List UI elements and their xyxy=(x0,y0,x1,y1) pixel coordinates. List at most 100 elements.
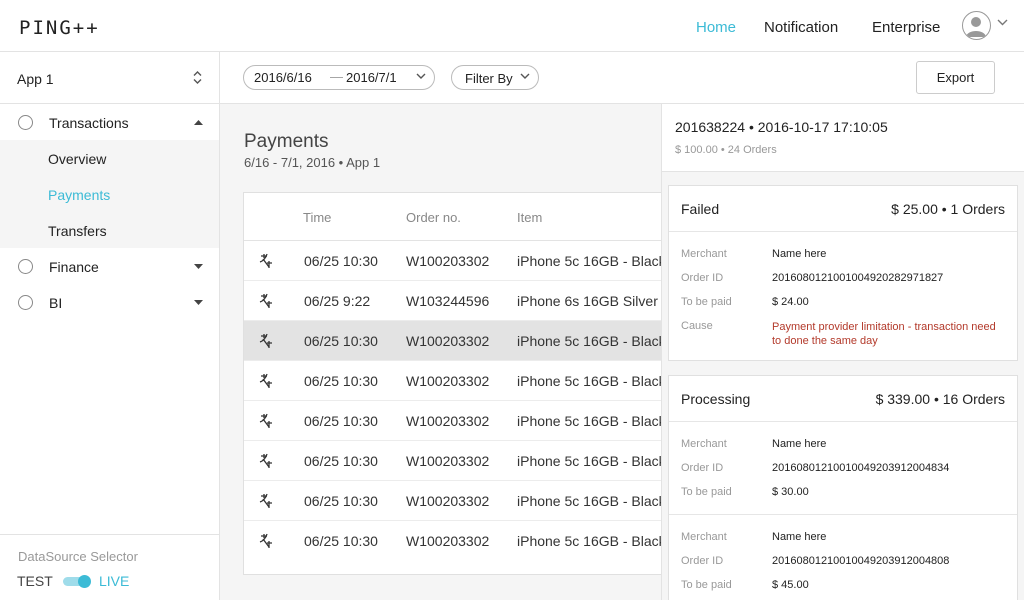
date-range-picker[interactable]: 2016/6/16 — 2016/7/1 xyxy=(243,65,435,90)
cell-item: iPhone 5c 16GB - Black xyxy=(517,373,661,389)
cell-time: 06/25 10:30 xyxy=(304,533,378,549)
chevron-down-icon xyxy=(416,73,426,79)
sidebar-item-transactions[interactable]: Transactions xyxy=(0,104,219,140)
date-to: 2016/7/1 xyxy=(346,70,397,85)
to-be-paid-label: To be paid xyxy=(681,579,732,591)
column-header-item[interactable]: Item xyxy=(517,210,542,225)
datasource-test-label: TEST xyxy=(17,573,53,589)
sidebar-item-payments[interactable]: Payments xyxy=(0,176,219,212)
table-row[interactable]: 06/25 10:30 W100203302 iPhone 5c 16GB - … xyxy=(244,481,661,521)
table-row[interactable]: 06/25 10:30 W100203302 iPhone 5c 16GB - … xyxy=(244,441,661,481)
export-button[interactable]: Export xyxy=(916,61,995,94)
datasource-title: DataSource Selector xyxy=(18,549,138,564)
nav-enterprise[interactable]: Enterprise xyxy=(872,19,940,36)
sidebar-item-label: Transactions xyxy=(49,115,129,131)
to-be-paid-value: $ 45.00 xyxy=(772,579,809,591)
sort-arrows-icon xyxy=(193,71,202,84)
sidebar-item-overview[interactable]: Overview xyxy=(0,140,219,176)
to-be-paid-value: $ 24.00 xyxy=(772,296,809,308)
payment-channel-icon xyxy=(259,253,272,268)
cell-item: iPhone 5c 16GB - Black xyxy=(517,453,661,469)
processing-card-header[interactable]: Processing $ 339.00 • 16 Orders xyxy=(669,376,1017,422)
payment-channel-icon xyxy=(259,413,272,428)
entry-divider xyxy=(669,514,1017,515)
cell-item: iPhone 5c 16GB - Black xyxy=(517,333,661,349)
cell-item: iPhone 5c 16GB - Black xyxy=(517,533,661,549)
chevron-down-icon[interactable] xyxy=(997,19,1008,26)
merchant-value: Name here xyxy=(772,438,827,450)
order-id-label: Order ID xyxy=(681,555,724,567)
date-separator: — xyxy=(330,69,343,84)
caret-up-icon xyxy=(194,120,203,125)
order-id-label: Order ID xyxy=(681,272,724,284)
processing-card: Processing $ 339.00 • 16 Orders Merchant… xyxy=(668,375,1018,600)
status-amount: $ 25.00 • 1 Orders xyxy=(891,201,1005,217)
filter-by-label: Filter By xyxy=(465,71,513,86)
cell-order: W100203302 xyxy=(406,493,490,509)
sidebar-item-bi[interactable]: BI xyxy=(0,284,219,320)
payment-channel-icon xyxy=(259,493,272,508)
datasource-live-label: LIVE xyxy=(99,573,130,589)
cell-order: W100203302 xyxy=(406,453,490,469)
cell-order: W100203302 xyxy=(406,373,490,389)
user-icon xyxy=(966,17,986,37)
chevron-down-icon xyxy=(520,73,530,79)
payment-channel-icon xyxy=(259,533,272,548)
app-selector[interactable]: App 1 xyxy=(0,52,219,104)
order-id-value: 2016080121001004920391200483‌4 xyxy=(772,462,950,474)
avatar[interactable] xyxy=(962,11,991,40)
sidebar: App 1 Transactions Overview Payments Tra… xyxy=(0,52,220,600)
datasource-toggle[interactable] xyxy=(63,575,92,588)
date-from: 2016/6/16 xyxy=(254,70,312,85)
sidebar-item-finance[interactable]: Finance xyxy=(0,248,219,284)
table-row[interactable]: 06/25 10:30 W100203302 iPhone 5c 16GB - … xyxy=(244,521,661,561)
cell-time: 06/25 10:30 xyxy=(304,333,378,349)
caret-down-icon xyxy=(194,264,203,269)
main-content: Payments 6/16 - 7/1, 2016 • App 1 Time O… xyxy=(220,104,661,600)
merchant-label: Merchant xyxy=(681,531,727,543)
payment-channel-icon xyxy=(259,373,272,388)
failed-card-header[interactable]: Failed $ 25.00 • 1 Orders xyxy=(669,186,1017,232)
order-id-label: Order ID xyxy=(681,462,724,474)
cell-time: 06/25 10:30 xyxy=(304,493,378,509)
cell-time: 06/25 9:22 xyxy=(304,293,371,309)
cell-time: 06/25 10:30 xyxy=(304,253,378,269)
cell-item: iPhone 5c 16GB - Black xyxy=(517,413,661,429)
failed-card: Failed $ 25.00 • 1 Orders Merchant Name … xyxy=(668,185,1018,361)
app-selector-label: App 1 xyxy=(17,71,54,87)
nav-home[interactable]: Home xyxy=(696,19,736,36)
column-header-order[interactable]: Order no. xyxy=(406,210,461,225)
detail-summary: $ 100.00 • 24 Orders xyxy=(675,144,777,156)
detail-header: 201638224 • 2016-10-17 17:10:05 $ 100.00… xyxy=(662,104,1024,172)
ping-logo[interactable]: PING++ xyxy=(19,17,100,39)
cell-time: 06/25 10:30 xyxy=(304,453,378,469)
payments-table: Time Order no. Item 06/25 10:30 W1002033… xyxy=(243,192,661,575)
top-bar: PING++ Home Notification Enterprise xyxy=(0,0,1024,52)
column-header-time[interactable]: Time xyxy=(303,210,331,225)
cause-label: Cause xyxy=(681,320,713,332)
sidebar-item-transfers[interactable]: Transfers xyxy=(0,212,219,248)
toggle-knob xyxy=(78,575,91,588)
cell-item: iPhone 5c 16GB - Black xyxy=(517,253,661,269)
status-label: Processing xyxy=(681,391,751,407)
cell-item: iPhone 6s 16GB Silver xyxy=(517,293,658,309)
merchant-label: Merchant xyxy=(681,248,727,260)
nav-notification[interactable]: Notification xyxy=(764,19,838,36)
cell-order: W100203302 xyxy=(406,253,490,269)
sidebar-item-label: Finance xyxy=(49,259,99,275)
table-row[interactable]: 06/25 9:22 W103244596 iPhone 6s 16GB Sil… xyxy=(244,281,661,321)
filter-bar: 2016/6/16 — 2016/7/1 Filter By Export xyxy=(220,52,1024,104)
page-title: Payments xyxy=(244,131,329,152)
table-row[interactable]: 06/25 10:30 W100203302 iPhone 5c 16GB - … xyxy=(244,241,661,281)
table-row[interactable]: 06/25 10:30 W100203302 iPhone 5c 16GB - … xyxy=(244,361,661,401)
table-row-selected[interactable]: 06/25 10:30 W100203302 iPhone 5c 16GB - … xyxy=(244,321,661,361)
table-row[interactable]: 06/25 10:30 W100203302 iPhone 5c 16GB - … xyxy=(244,401,661,441)
sidebar-item-label: BI xyxy=(49,295,63,311)
radio-circle-icon xyxy=(18,115,33,130)
filter-by-button[interactable]: Filter By xyxy=(451,65,539,90)
cell-order: W100203302 xyxy=(406,413,490,429)
to-be-paid-label: To be paid xyxy=(681,296,732,308)
detail-panel: 201638224 • 2016-10-17 17:10:05 $ 100.00… xyxy=(661,104,1024,600)
merchant-value: Name here xyxy=(772,531,827,543)
sidebar-item-label: Transfers xyxy=(48,223,107,239)
